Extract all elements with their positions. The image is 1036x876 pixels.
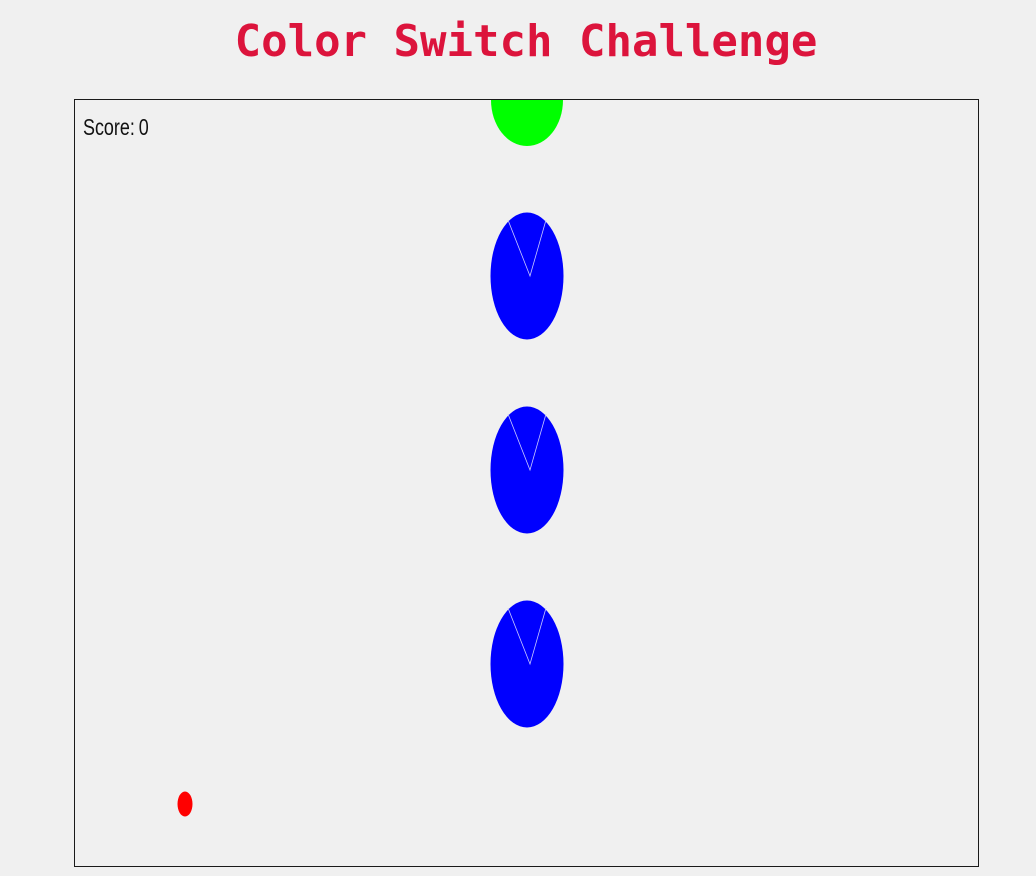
color-switcher <box>491 100 563 146</box>
game-canvas[interactable]: Score: 0 <box>74 99 979 867</box>
rotating-obstacle <box>490 212 564 340</box>
rotating-obstacle <box>490 600 564 728</box>
rotating-obstacle <box>490 406 564 534</box>
player-ball <box>177 791 193 817</box>
game-title: Color Switch Challenge <box>234 16 818 67</box>
game-field <box>177 100 564 817</box>
